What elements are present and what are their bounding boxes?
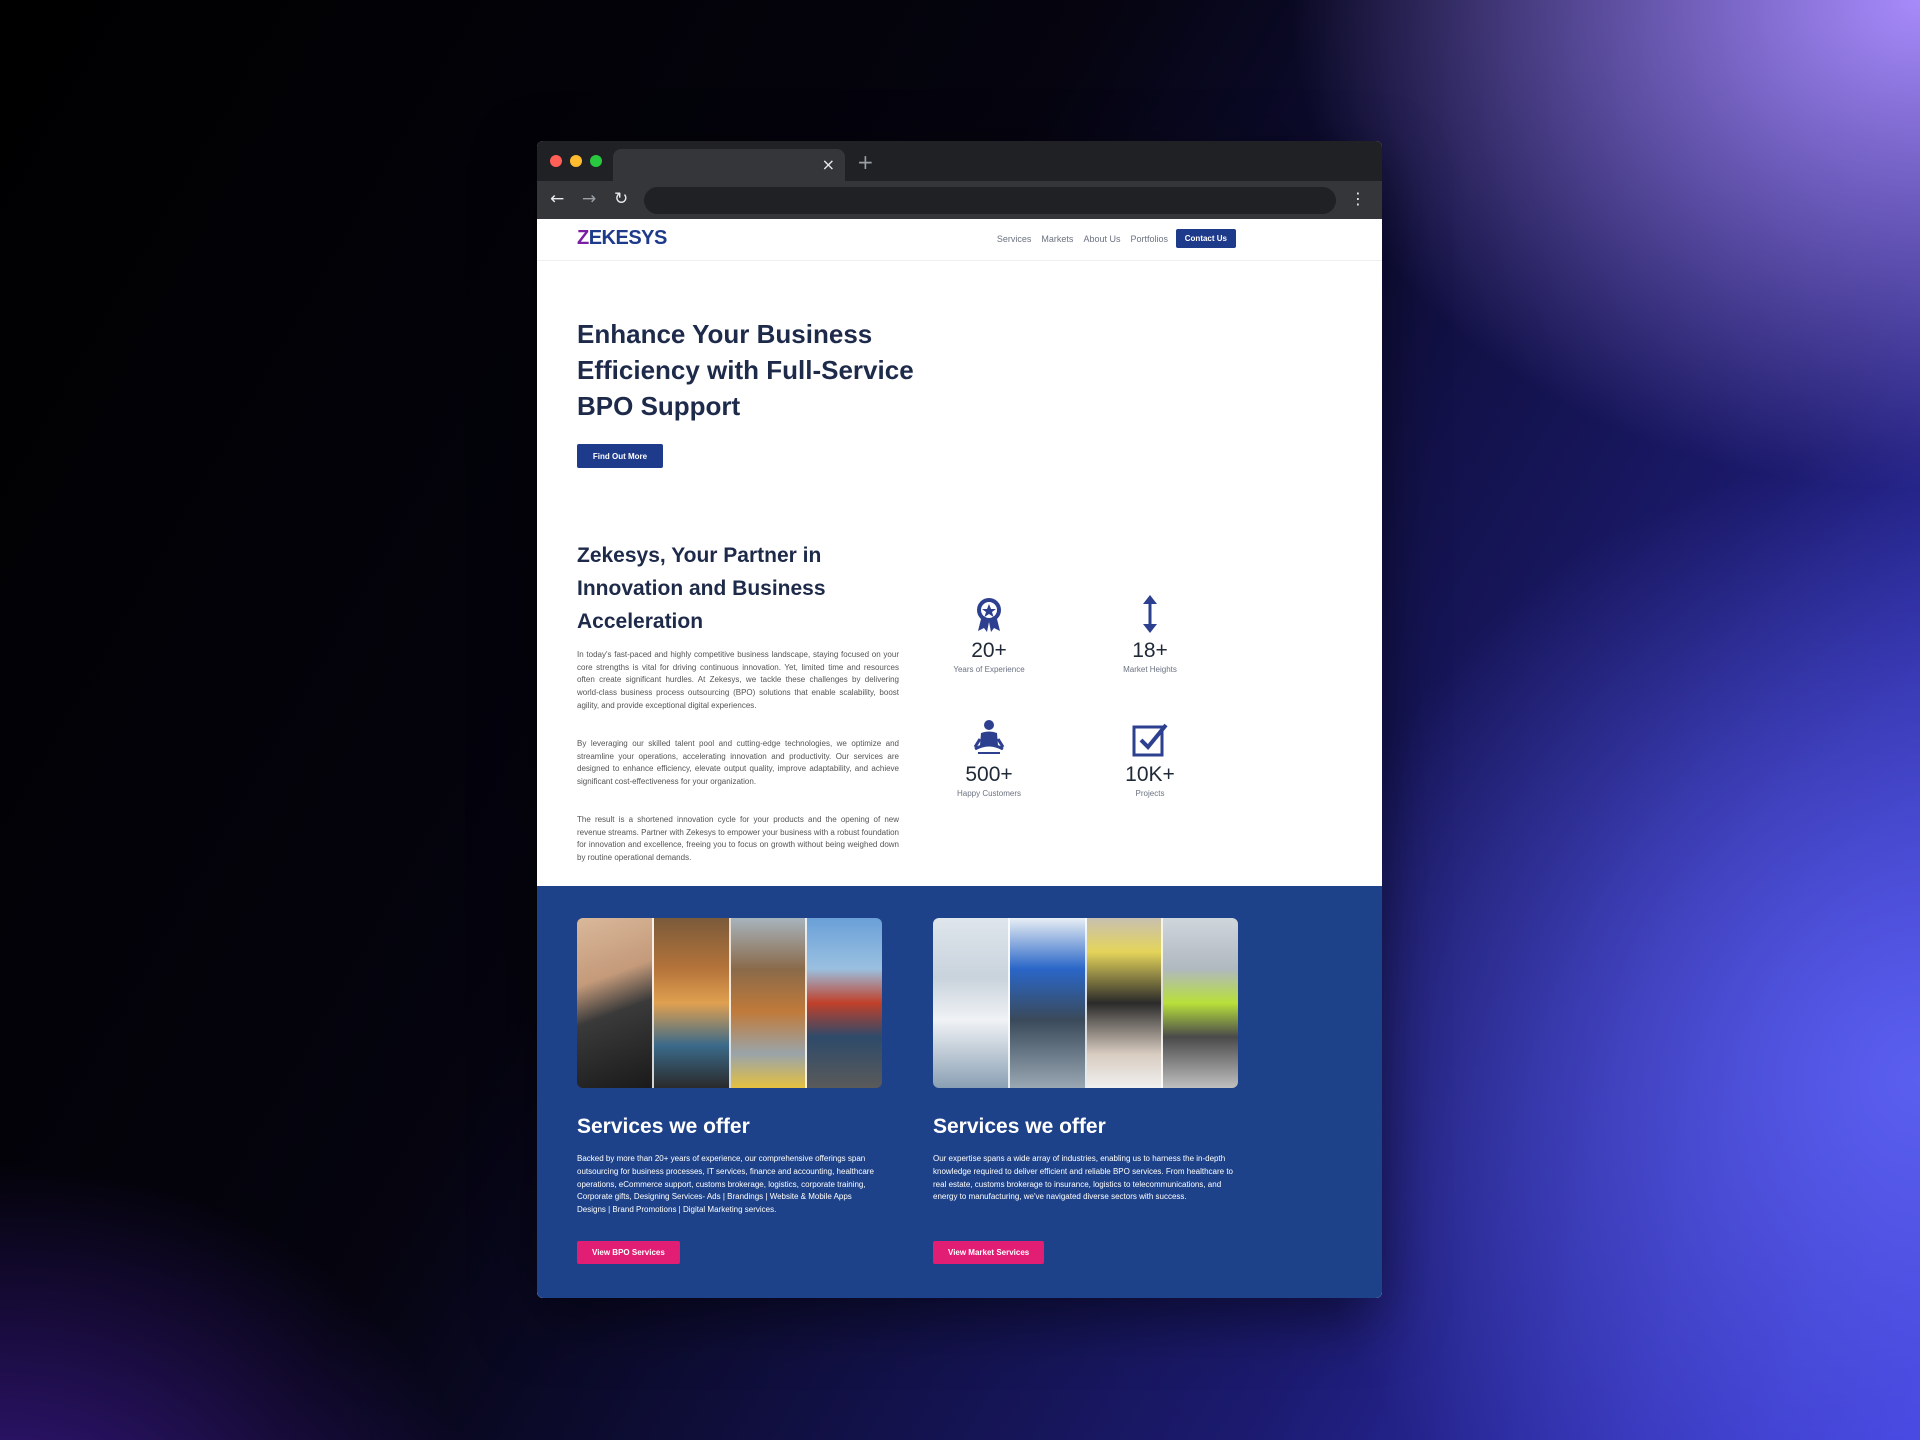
stat-label: Happy Customers bbox=[956, 789, 1022, 798]
services-section: Services we offer Backed by more than 20… bbox=[537, 886, 1382, 1298]
stat-value: 10K+ bbox=[1125, 763, 1175, 786]
stat-label: Projects bbox=[1135, 789, 1165, 798]
logo-z: Z bbox=[577, 227, 589, 249]
card-title: Services we offer bbox=[933, 1115, 1106, 1138]
reload-icon[interactable]: ↻ bbox=[614, 189, 628, 209]
new-tab-icon[interactable]: + bbox=[857, 150, 874, 174]
card-title: Services we offer bbox=[577, 1115, 750, 1138]
browser-menu-icon[interactable]: ⋮ bbox=[1350, 189, 1366, 208]
bpo-collage-image bbox=[577, 918, 882, 1088]
stat-markets: 18+ Market Heights bbox=[1095, 593, 1205, 674]
stat-value: 20+ bbox=[971, 639, 1007, 662]
find-out-more-button[interactable]: Find Out More bbox=[577, 444, 663, 468]
construction-photo bbox=[1163, 918, 1238, 1088]
warehouse-photo bbox=[730, 918, 808, 1088]
site-header: ZEKESYS Services Markets About Us Portfo… bbox=[537, 219, 1382, 261]
maximize-window-dot[interactable] bbox=[590, 155, 602, 167]
keyboard-photo bbox=[577, 918, 654, 1088]
menu-item-about-us[interactable]: About Us bbox=[1083, 234, 1120, 244]
minimize-window-dot[interactable] bbox=[570, 155, 582, 167]
bpo-services-card: Services we offer Backed by more than 20… bbox=[577, 918, 882, 1264]
stat-years: 20+ Years of Experience bbox=[934, 593, 1044, 674]
stat-value: 18+ bbox=[1132, 639, 1168, 662]
tab-close-icon[interactable]: × bbox=[822, 155, 835, 174]
zekesys-logo[interactable]: ZEKESYS bbox=[577, 227, 667, 250]
award-badge-icon bbox=[934, 593, 1044, 633]
view-market-services-button[interactable]: View Market Services bbox=[933, 1241, 1045, 1264]
office-photo bbox=[1086, 918, 1164, 1088]
vertical-arrows-icon bbox=[1095, 593, 1205, 633]
view-bpo-services-button[interactable]: View BPO Services bbox=[577, 1241, 680, 1264]
menu-item-portfolios[interactable]: Portfolios bbox=[1130, 234, 1168, 244]
card-text: Our expertise spans a wide array of indu… bbox=[933, 1154, 1234, 1202]
hero-title: Enhance Your Business Efficiency with Fu… bbox=[577, 319, 914, 421]
checkbox-icon bbox=[1095, 717, 1205, 757]
window-controls bbox=[550, 155, 602, 167]
back-icon[interactable]: ← bbox=[550, 189, 564, 209]
engineers-photo bbox=[1009, 918, 1087, 1088]
menu-item-markets[interactable]: Markets bbox=[1041, 234, 1073, 244]
main-menu: Services Markets About Us Portfolios bbox=[997, 234, 1168, 244]
browser-tab-bar: × + bbox=[537, 141, 1382, 181]
stat-customers: 500+ Happy Customers bbox=[934, 717, 1044, 798]
menu-item-services[interactable]: Services bbox=[997, 234, 1032, 244]
address-bar[interactable] bbox=[644, 187, 1336, 214]
retail-worker-photo bbox=[653, 918, 731, 1088]
containers-photo bbox=[807, 918, 882, 1088]
stat-label: Years of Experience bbox=[953, 665, 1025, 674]
forward-icon[interactable]: → bbox=[582, 189, 596, 209]
close-window-dot[interactable] bbox=[550, 155, 562, 167]
doctors-photo bbox=[933, 918, 1010, 1088]
about-paragraph-2: By leveraging our skilled talent pool an… bbox=[577, 739, 899, 787]
about-title: Zekesys, Your Partner in Innovation and … bbox=[577, 544, 826, 633]
logo-text: EKESYS bbox=[588, 227, 668, 249]
browser-tab[interactable]: × bbox=[613, 149, 845, 181]
stat-label: Market Heights bbox=[1123, 665, 1177, 674]
card-text: Backed by more than 20+ years of experie… bbox=[577, 1154, 874, 1215]
markets-collage-image bbox=[933, 918, 1238, 1088]
about-paragraph-3: The result is a shortened innovation cyc… bbox=[577, 815, 899, 863]
stat-value: 500+ bbox=[965, 763, 1013, 786]
browser-window: × + ← → ↻ ⋮ ZEKESYS Services Markets Abo… bbox=[537, 141, 1382, 1298]
about-paragraph-1: In today's fast-paced and highly competi… bbox=[577, 650, 899, 710]
market-services-card: Services we offer Our expertise spans a … bbox=[933, 918, 1238, 1264]
website: ZEKESYS Services Markets About Us Portfo… bbox=[537, 219, 1382, 1298]
person-meditation-icon bbox=[934, 717, 1044, 757]
stat-projects: 10K+ Projects bbox=[1095, 717, 1205, 798]
browser-toolbar: ← → ↻ ⋮ bbox=[537, 181, 1382, 219]
contact-us-button[interactable]: Contact Us bbox=[1175, 229, 1236, 248]
